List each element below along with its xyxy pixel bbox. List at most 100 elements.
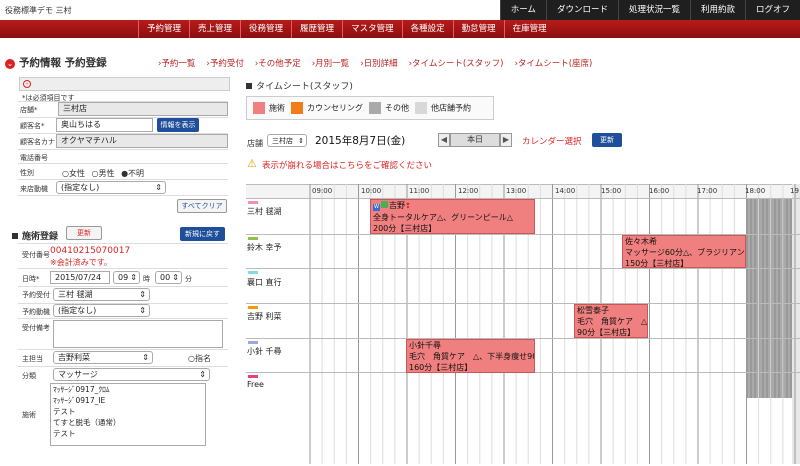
timesheet-title: タイムシート(スタッフ) — [246, 79, 353, 92]
top-nav-home[interactable]: ホーム — [499, 0, 546, 20]
link-timesheet-staff[interactable]: ›タイムシート(スタッフ) — [409, 57, 504, 69]
radio-unknown[interactable]: ●不明 — [121, 169, 144, 178]
legend-item-treatment: 施術 — [253, 102, 285, 114]
link-monthly[interactable]: ›月別一覧 — [312, 57, 349, 69]
staff-color — [248, 341, 258, 344]
next-day-button[interactable]: ▶ — [500, 133, 512, 147]
today-button[interactable]: 本日 — [450, 133, 500, 147]
list-item[interactable]: テスト — [53, 406, 205, 417]
kana-field: オクヤマチハル — [56, 134, 228, 148]
customer-label: 顧客名* — [20, 122, 45, 130]
staff-name: 三村 毬湖 — [247, 207, 282, 216]
show-info-button[interactable]: 情報を表示 — [157, 118, 199, 132]
staff-color — [248, 271, 258, 274]
appointment-block[interactable]: 佐々木希 マッサージ60分△、ブラジリアン 150分【三村店】 — [622, 235, 746, 268]
hour-label: 09:00 — [312, 187, 333, 195]
minute-select[interactable]: 00 ⇕ — [155, 271, 182, 284]
nav-inventory[interactable]: 在庫管理 — [503, 20, 555, 38]
warning-icon: ⚠ — [247, 157, 257, 170]
hour-label: 19 — [790, 187, 799, 195]
update-button[interactable]: 更新 — [66, 226, 102, 240]
prev-day-button[interactable]: ◀ — [438, 133, 450, 147]
nav-history[interactable]: 履歴管理 — [291, 20, 342, 38]
phone-label: 電話番号 — [20, 154, 48, 162]
person-red-icon: ❢ — [405, 202, 411, 210]
datetime-label: 日時* — [22, 275, 40, 283]
list-item[interactable]: ﾏｯｻｰｼﾞ0917_ｸﾛﾑ — [53, 384, 205, 395]
clear-all-button[interactable]: すべてクリア — [177, 199, 227, 213]
select-arrow-icon: ⇕ — [172, 273, 179, 282]
gender-label: 性別 — [20, 169, 34, 177]
motive-select[interactable]: (指定なし) ⇕ — [53, 304, 150, 317]
minus-icon: - — [23, 80, 31, 88]
appointment-block[interactable]: 松雪泰子 毛穴 角質ケア △ 90分【三村店】 — [574, 304, 648, 338]
collapse-bar[interactable]: - — [19, 77, 230, 91]
hour-label: 15:00 — [601, 187, 622, 195]
reception-label: 予約受付 — [22, 291, 50, 299]
top-nav: ホーム ダウンロード 処理状況一覧 利用約款 ログオフ — [499, 0, 800, 20]
select-arrow-icon: ⇕ — [155, 183, 162, 192]
appointment-block[interactable]: 小針千尋 毛穴 角質ケア △、下半身痩せ90 160分【三村店】 — [406, 339, 535, 373]
store-label: 店舗* — [20, 106, 38, 114]
top-nav-logoff[interactable]: ログオフ — [744, 0, 800, 20]
nav-reservation[interactable]: 予約管理 — [138, 20, 189, 38]
link-other-schedule[interactable]: ›その他予定 — [255, 57, 301, 69]
treatment-list[interactable]: ﾏｯｻｰｼﾞ0917_ｸﾛﾑ ﾏｯｻｰｼﾞ0917_IE テスト てすと脱毛（通… — [50, 383, 206, 446]
person-icon — [381, 201, 388, 208]
hour-select[interactable]: 09 ⇕ — [113, 271, 140, 284]
staff-name: Free — [247, 380, 264, 389]
top-nav-status[interactable]: 処理状況一覧 — [617, 0, 690, 20]
legend-item-other-store: 他店舗予約 — [415, 102, 471, 114]
ts-store-select[interactable]: 三村店 ⇕ — [267, 134, 307, 147]
nav-service[interactable]: 役務管理 — [240, 20, 291, 38]
nav-sales[interactable]: 売上管理 — [189, 20, 240, 38]
nav-attendance[interactable]: 勤怠管理 — [452, 20, 504, 38]
date-field[interactable]: 2015/07/24 — [50, 271, 110, 284]
hour-label: 13:00 — [506, 187, 527, 195]
calendar-select-link[interactable]: カレンダー選択 — [522, 135, 582, 147]
nominate-checkbox[interactable]: ○指名 — [188, 353, 211, 364]
receipt-label: 受付番号 — [22, 251, 50, 259]
hour-label: 12:00 — [458, 187, 479, 195]
link-daily[interactable]: ›日別詳細 — [360, 57, 397, 69]
list-item[interactable]: てすと脱毛（通常） — [53, 417, 205, 428]
receipt-number: 00410215070017 — [50, 246, 131, 256]
select-arrow-icon: ⇕ — [139, 290, 146, 299]
category-label: 分類 — [22, 372, 36, 380]
reception-select[interactable]: 三村 毬湖 ⇕ — [53, 288, 150, 301]
list-item[interactable]: ﾏｯｻｰｼﾞ0917_IE — [53, 395, 205, 406]
staff-name: 小針 千尋 — [247, 347, 282, 356]
staff-color — [248, 237, 258, 240]
visit-motive-label: 来店動機 — [20, 185, 48, 193]
staff-select[interactable]: 吉野利菜 ⇕ — [53, 351, 153, 364]
nav-settings[interactable]: 各種設定 — [401, 20, 453, 38]
visit-motive-select[interactable]: (指定なし) ⇕ — [56, 181, 166, 194]
radio-male[interactable]: ○男性 — [92, 169, 115, 178]
page-title: ⌄ 予約情報 予約登録 — [5, 55, 107, 70]
link-reservation-list[interactable]: ›予約一覧 — [158, 57, 195, 69]
refresh-button[interactable]: 更新 — [592, 133, 622, 147]
link-timesheet-seat[interactable]: ›タイムシート(座席) — [514, 57, 592, 69]
treatment-label: 施術 — [22, 411, 36, 419]
link-reservation-accept[interactable]: ›予約受付 — [206, 57, 243, 69]
appointment-block[interactable]: W 吉野❢ 全身トータルケア△、グリーンピール△ 200分【三村店】 — [370, 199, 535, 234]
top-nav-terms[interactable]: 利用約款 — [689, 0, 745, 20]
list-item[interactable]: テスト — [53, 428, 205, 439]
remarks-textarea[interactable] — [53, 320, 223, 348]
nav-master[interactable]: マスタ管理 — [342, 20, 402, 38]
warning-message[interactable]: 表示が崩れる場合はこちらをご確認ください — [262, 159, 432, 171]
category-select[interactable]: マッサージ ⇕ — [53, 368, 210, 381]
staff-name: 吉野 利菜 — [247, 312, 282, 321]
remarks-label: 受付備考 — [22, 324, 50, 332]
select-arrow-icon: ⇕ — [139, 306, 146, 315]
back-to-new-button[interactable]: 新規に戻す — [180, 227, 225, 241]
radio-female[interactable]: ○女性 — [62, 169, 85, 178]
staff-label: 主担当 — [22, 355, 43, 363]
select-arrow-icon: ⇕ — [199, 370, 206, 379]
customer-field[interactable]: 奥山ちはる — [56, 118, 153, 132]
chevron-down-icon: ⌄ — [5, 59, 15, 69]
ts-date: 2015年8月7日(金) — [315, 135, 406, 147]
store-field: 三村店 — [58, 102, 228, 116]
hour-unit: 時 — [143, 275, 150, 283]
top-nav-download[interactable]: ダウンロード — [545, 0, 618, 20]
